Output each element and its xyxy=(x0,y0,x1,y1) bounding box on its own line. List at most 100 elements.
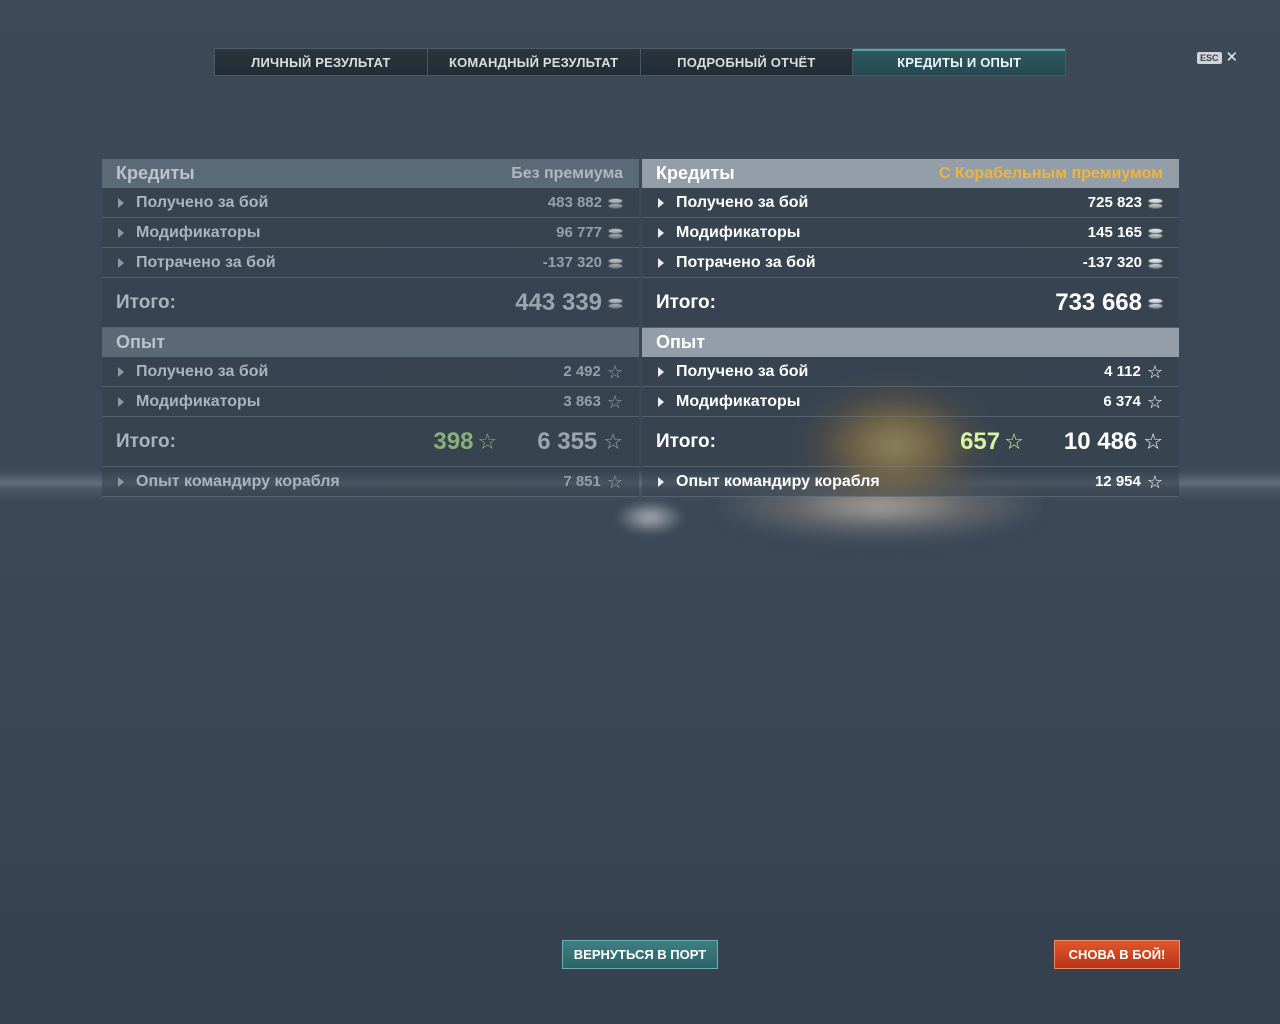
row-value: 6 374 xyxy=(1103,393,1141,410)
credits-row-spent[interactable]: Потрачено за бой -137 320 xyxy=(642,248,1179,278)
star-icon: ☆ xyxy=(603,428,623,454)
credits-total-row: Итого: 443 339 xyxy=(102,278,639,328)
expand-arrow-icon xyxy=(658,257,664,268)
battle-background xyxy=(0,0,1280,1024)
exp-header: Опыт xyxy=(102,328,639,357)
row-value: 2 492 xyxy=(563,363,601,380)
row-value: -137 320 xyxy=(1082,254,1142,271)
commander-exp-row[interactable]: Опыт командиру корабля 12 954 ☆ xyxy=(642,467,1179,497)
row-label: Получено за бой xyxy=(136,362,269,380)
tab-team-result[interactable]: КОМАНДНЫЙ РЕЗУЛЬТАТ xyxy=(427,49,641,75)
commander-exp-row[interactable]: Опыт командиру корабля 7 851 ☆ xyxy=(102,467,639,497)
expand-arrow-icon xyxy=(118,197,124,208)
free-exp-value: 398 xyxy=(433,427,474,455)
credits-coin-icon xyxy=(1148,226,1163,240)
row-value: -137 320 xyxy=(542,254,602,271)
exp-title: Опыт xyxy=(656,332,706,352)
credits-coin-icon xyxy=(608,196,623,210)
credits-header: Кредиты С Корабельным премиумом xyxy=(642,159,1179,188)
credits-row-modifiers[interactable]: Модификаторы 145 165 xyxy=(642,218,1179,248)
credits-row-modifiers[interactable]: Модификаторы 96 777 xyxy=(102,218,639,248)
star-icon: ☆ xyxy=(1146,361,1163,382)
credits-coin-icon xyxy=(608,256,623,270)
premium-status: Без премиума xyxy=(511,164,623,182)
credits-title: Кредиты xyxy=(656,163,735,183)
expand-arrow-icon xyxy=(118,366,124,377)
exp-total-row: Итого: 398 ☆ 6 355 ☆ xyxy=(102,417,639,467)
row-label: Потрачено за бой xyxy=(136,253,276,271)
exp-row-modifiers[interactable]: Модификаторы 6 374 ☆ xyxy=(642,387,1179,417)
total-label: Итого: xyxy=(116,291,176,313)
close-button[interactable]: ESC ✕ xyxy=(1197,49,1239,66)
total-label: Итого: xyxy=(656,430,716,452)
credits-title: Кредиты xyxy=(116,163,195,183)
tab-personal-result[interactable]: ЛИЧНЫЙ РЕЗУЛЬТАТ xyxy=(215,49,428,75)
row-value: 96 777 xyxy=(556,224,602,241)
expand-arrow-icon xyxy=(658,227,664,238)
credits-coin-icon xyxy=(608,296,623,310)
star-icon: ☆ xyxy=(1143,428,1163,454)
exp-total-row: Итого: 657 ☆ 10 486 ☆ xyxy=(642,417,1179,467)
row-label: Получено за бой xyxy=(136,193,269,211)
tab-detailed-report[interactable]: ПОДРОБНЫЙ ОТЧЁТ xyxy=(640,49,854,75)
expand-arrow-icon xyxy=(118,227,124,238)
credits-coin-icon xyxy=(1148,256,1163,270)
credits-row-spent[interactable]: Потрачено за бой -137 320 xyxy=(102,248,639,278)
row-value: 12 954 xyxy=(1094,473,1141,490)
total-value: 10 486 xyxy=(1063,427,1138,455)
row-value: 725 823 xyxy=(1087,194,1142,211)
total-value: 733 668 xyxy=(1055,288,1142,316)
results-tabs: ЛИЧНЫЙ РЕЗУЛЬТАТ КОМАНДНЫЙ РЕЗУЛЬТАТ ПОД… xyxy=(214,48,1066,76)
row-value: 4 112 xyxy=(1104,363,1141,380)
total-label: Итого: xyxy=(656,291,716,313)
total-value: 6 355 xyxy=(537,427,598,455)
exp-row-earned[interactable]: Получено за бой 4 112 ☆ xyxy=(642,357,1179,387)
credits-total-row: Итого: 733 668 xyxy=(642,278,1179,328)
free-exp-value: 657 xyxy=(960,427,1001,455)
credits-coin-icon xyxy=(608,226,623,240)
star-icon: ☆ xyxy=(1004,428,1024,454)
row-label: Получено за бой xyxy=(676,362,809,380)
row-label: Модификаторы xyxy=(676,392,801,410)
exp-row-earned[interactable]: Получено за бой 2 492 ☆ xyxy=(102,357,639,387)
star-icon: ☆ xyxy=(1146,471,1163,492)
row-value: 483 882 xyxy=(547,194,602,211)
battle-again-button[interactable]: СНОВА В БОЙ! xyxy=(1054,940,1180,969)
row-label: Потрачено за бой xyxy=(676,253,816,271)
premium-panel: Кредиты С Корабельным премиумом Получено… xyxy=(642,159,1179,497)
star-icon: ☆ xyxy=(606,361,623,382)
star-icon: ☆ xyxy=(606,471,623,492)
expand-arrow-icon xyxy=(118,257,124,268)
expand-arrow-icon xyxy=(118,396,124,407)
row-value: 7 851 xyxy=(563,473,601,490)
credits-row-earned[interactable]: Получено за бой 725 823 xyxy=(642,188,1179,218)
row-value: 3 863 xyxy=(563,393,601,410)
total-value: 443 339 xyxy=(515,288,602,316)
expand-arrow-icon xyxy=(658,366,664,377)
expand-arrow-icon xyxy=(658,396,664,407)
star-icon: ☆ xyxy=(477,428,498,454)
expand-arrow-icon xyxy=(118,476,124,487)
no-premium-panel: Кредиты Без премиума Получено за бой 483… xyxy=(102,159,639,497)
smoke-puff xyxy=(615,500,685,535)
exp-row-modifiers[interactable]: Модификаторы 3 863 ☆ xyxy=(102,387,639,417)
credits-coin-icon xyxy=(1148,296,1163,310)
close-icon: ✕ xyxy=(1225,49,1239,66)
row-label: Опыт командиру корабля xyxy=(136,472,340,490)
expand-arrow-icon xyxy=(658,197,664,208)
expand-arrow-icon xyxy=(658,476,664,487)
credits-header: Кредиты Без премиума xyxy=(102,159,639,188)
row-label: Модификаторы xyxy=(676,223,801,241)
tab-credits-and-xp[interactable]: КРЕДИТЫ И ОПЫТ xyxy=(853,49,1065,75)
row-value: 145 165 xyxy=(1087,224,1142,241)
exp-header: Опыт xyxy=(642,328,1179,357)
row-label: Модификаторы xyxy=(136,223,261,241)
credits-coin-icon xyxy=(1148,196,1163,210)
row-label: Опыт командиру корабля xyxy=(676,472,880,490)
exp-title: Опыт xyxy=(116,332,166,352)
row-label: Модификаторы xyxy=(136,392,261,410)
credits-row-earned[interactable]: Получено за бой 483 882 xyxy=(102,188,639,218)
star-icon: ☆ xyxy=(1146,391,1163,412)
return-to-port-button[interactable]: ВЕРНУТЬСЯ В ПОРТ xyxy=(562,940,718,969)
esc-key-badge: ESC xyxy=(1197,52,1222,64)
